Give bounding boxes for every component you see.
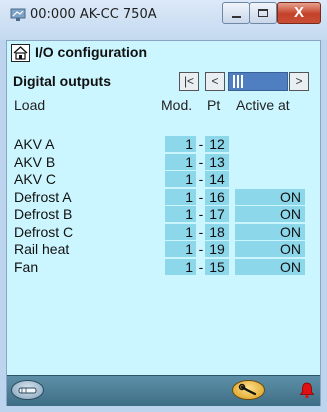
active-at-value[interactable]: ON xyxy=(235,258,305,275)
maximize-icon xyxy=(258,9,268,17)
point-value[interactable]: 15 xyxy=(205,258,229,275)
active-at-value[interactable]: ON xyxy=(235,241,305,257)
point-value[interactable]: 14 xyxy=(205,171,229,187)
table-row[interactable]: Defrost B 1 - 17 ON xyxy=(7,206,320,222)
column-header-load: Load xyxy=(14,97,46,113)
hand-tool-button[interactable] xyxy=(11,380,44,400)
table-row[interactable]: Rail heat 1 - 19 ON xyxy=(7,241,320,257)
module-value[interactable]: 1 xyxy=(165,153,196,170)
maximize-button[interactable] xyxy=(249,2,277,24)
title-bar[interactable]: 00:000 AK-CC 750A X xyxy=(0,0,327,40)
table-row[interactable]: AKV C 1 - 14 xyxy=(7,171,320,187)
first-page-button[interactable]: |< xyxy=(179,72,199,91)
module-value[interactable]: 1 xyxy=(165,241,196,257)
service-button[interactable] xyxy=(232,380,265,400)
minimize-button[interactable] xyxy=(222,2,250,24)
module-value[interactable]: 1 xyxy=(165,258,196,275)
module-value[interactable]: 1 xyxy=(165,223,196,240)
section-header: Digital outputs |< < > xyxy=(7,69,320,93)
home-button[interactable] xyxy=(11,44,30,62)
home-icon xyxy=(13,46,28,60)
scroll-thumb[interactable] xyxy=(233,75,247,88)
client-area: I/O configuration Digital outputs |< < >… xyxy=(6,40,321,406)
active-at-value[interactable]: ON xyxy=(235,188,305,205)
point-value[interactable]: 13 xyxy=(205,153,229,170)
module-value[interactable]: 1 xyxy=(165,188,196,205)
hand-tool-icon xyxy=(18,387,37,394)
point-value[interactable]: 12 xyxy=(205,136,229,152)
next-icon: > xyxy=(295,74,303,88)
table-row[interactable]: AKV A 1 - 12 xyxy=(7,136,320,152)
page-title: I/O configuration xyxy=(35,44,147,60)
load-name: Defrost C xyxy=(14,223,74,240)
table-row[interactable]: Defrost C 1 - 18 ON xyxy=(7,223,320,240)
section-title: Digital outputs xyxy=(13,73,111,89)
active-at-value[interactable]: ON xyxy=(235,223,305,240)
app-window: 00:000 AK-CC 750A X I/O configuration Di… xyxy=(0,0,327,412)
table-row[interactable]: Fan 1 - 15 ON xyxy=(7,258,320,275)
previous-icon: < xyxy=(211,74,219,88)
point-value[interactable]: 18 xyxy=(205,223,229,240)
load-name: AKV B xyxy=(14,153,56,170)
point-value[interactable]: 16 xyxy=(205,188,229,205)
column-header-active: Active at xyxy=(236,97,290,113)
window-title: 00:000 AK-CC 750A xyxy=(30,7,157,22)
load-name: AKV A xyxy=(14,136,55,152)
column-header-mod: Mod. xyxy=(161,97,193,113)
close-button[interactable]: X xyxy=(277,2,321,24)
alarm-bell-icon[interactable] xyxy=(298,381,316,399)
module-value[interactable]: 1 xyxy=(165,136,196,152)
point-value[interactable]: 19 xyxy=(205,241,229,257)
module-value[interactable]: 1 xyxy=(165,171,196,187)
load-name: Rail heat xyxy=(14,241,70,257)
load-name: AKV C xyxy=(14,171,57,187)
io-table: AKV A 1 - 12 AKV B 1 - 13 AKV C 1 - 14 D… xyxy=(7,136,320,276)
first-page-icon: |< xyxy=(183,74,195,88)
page-scrollbar[interactable] xyxy=(228,72,288,91)
module-value[interactable]: 1 xyxy=(165,206,196,222)
load-name: Defrost A xyxy=(14,188,72,205)
active-at-value[interactable]: ON xyxy=(235,206,305,222)
column-header-pt: Pt xyxy=(207,97,221,113)
wrench-icon xyxy=(238,383,257,396)
close-icon: X xyxy=(293,4,304,21)
header-bar: I/O configuration xyxy=(7,41,320,67)
table-row[interactable]: Defrost A 1 - 16 ON xyxy=(7,188,320,205)
footer-bar xyxy=(7,375,320,406)
network-icon xyxy=(10,8,26,21)
load-name: Defrost B xyxy=(14,206,73,222)
next-page-button[interactable]: > xyxy=(289,72,309,91)
previous-page-button[interactable]: < xyxy=(205,72,225,91)
table-row[interactable]: AKV B 1 - 13 xyxy=(7,153,320,170)
load-name: Fan xyxy=(14,258,39,275)
minimize-icon xyxy=(232,16,241,18)
point-value[interactable]: 17 xyxy=(205,206,229,222)
